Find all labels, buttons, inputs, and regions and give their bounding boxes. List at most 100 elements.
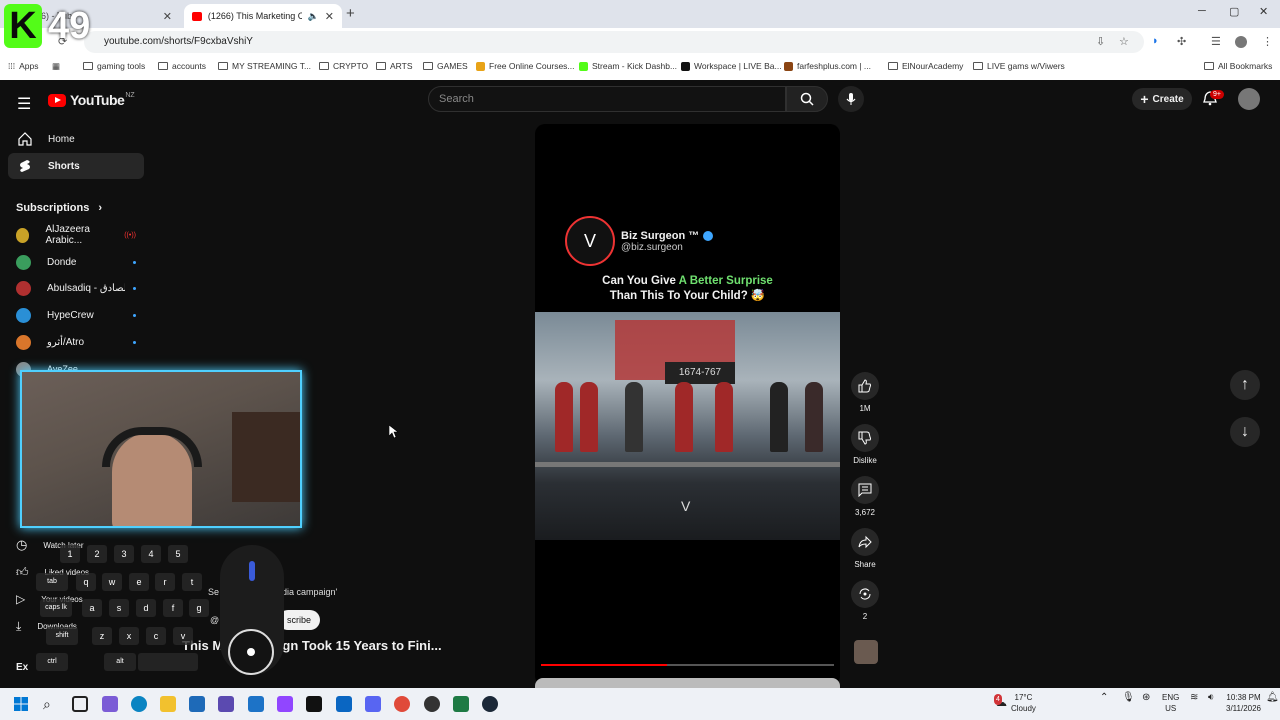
comments-button[interactable]: 3,672: [848, 476, 882, 517]
search-icon[interactable]: ⌕: [43, 696, 59, 712]
minimize-icon[interactable]: ─: [1198, 5, 1206, 17]
channel-avatar: [16, 307, 31, 323]
all-bookmarks[interactable]: All Bookmarks: [1204, 61, 1272, 71]
notifications-icon[interactable]: 🔔︎: [1266, 692, 1279, 703]
bookmark-link[interactable]: Stream - Kick Dashb...: [579, 61, 677, 71]
clock[interactable]: 10:38 PM 3/11/2026: [1226, 692, 1261, 714]
key-z: z: [92, 627, 112, 645]
search-button[interactable]: [786, 86, 828, 112]
twitch-icon[interactable]: [277, 696, 293, 712]
language-indicator[interactable]: ENG US: [1162, 692, 1179, 714]
close-window-icon[interactable]: ✕: [1259, 5, 1268, 18]
chevron-up-icon[interactable]: ⌃: [1100, 692, 1108, 703]
extension-icon[interactable]: ◗: [1152, 35, 1159, 47]
key-w: w: [102, 573, 122, 591]
tab-active[interactable]: (1266) This Marketing Camp 🔈 ✕: [184, 4, 342, 28]
like-icon: [858, 379, 871, 393]
close-tab-icon[interactable]: ✕: [325, 10, 334, 23]
like-button[interactable]: 1M: [848, 372, 882, 413]
subscription-item[interactable]: AlJazeera Arabic... ((•)): [16, 224, 136, 246]
weather-widget[interactable]: ☁4 17°CCloudy: [994, 692, 1036, 714]
volume-icon[interactable]: 🔉︎: [1208, 692, 1214, 703]
previous-short-button[interactable]: ↑: [1230, 370, 1260, 400]
dislike-button[interactable]: Dislike: [848, 424, 882, 465]
sidebar-item-shorts[interactable]: Shorts: [8, 153, 144, 179]
click-ring: [228, 629, 274, 675]
menu-kebab-icon[interactable]: ⋮: [1262, 35, 1273, 48]
folder-icon: [83, 62, 93, 70]
share-button[interactable]: Share: [848, 528, 882, 569]
subscribe-button[interactable]: scribe: [278, 610, 320, 630]
remix-button[interactable]: 2: [848, 580, 882, 621]
crew-member: [675, 382, 693, 452]
create-button[interactable]: + Create: [1132, 88, 1192, 110]
tab-search-icon[interactable]: ☰: [1211, 35, 1221, 48]
biz-surgeon-logo-icon: V: [565, 216, 615, 266]
video-progress-bar[interactable]: [541, 664, 834, 666]
file-explorer-icon[interactable]: [160, 696, 176, 712]
install-icon[interactable]: ⇩: [1096, 35, 1105, 48]
subscriptions-heading[interactable]: Subscriptions ›: [16, 202, 102, 214]
x-icon[interactable]: [306, 696, 322, 712]
teams-icon[interactable]: [218, 696, 234, 712]
windows-start-icon[interactable]: [13, 696, 29, 712]
network-icon[interactable]: ⊛: [1142, 692, 1150, 703]
bookmark-folder[interactable]: ARTS: [376, 61, 413, 71]
microphone-icon[interactable]: 🎙︎: [1122, 692, 1135, 703]
address-bar[interactable]: youtube.com/shorts/F9cxbaVshiY: [84, 31, 1144, 53]
channel-avatar: [16, 334, 31, 350]
discord-icon[interactable]: [365, 696, 381, 712]
crew-member: [805, 382, 823, 452]
edge-icon[interactable]: [131, 696, 147, 712]
bookmark-folder[interactable]: LIVE gams w/Viwers: [973, 61, 1065, 71]
plus-icon: +: [1140, 91, 1149, 107]
obs-icon[interactable]: [424, 696, 440, 712]
bookmark-folder[interactable]: CRYPTO: [319, 61, 368, 71]
subscription-item[interactable]: HypeCrew: [16, 306, 136, 324]
wifi-icon[interactable]: ≋: [1190, 692, 1198, 703]
steam-icon[interactable]: [482, 696, 498, 712]
copilot-icon[interactable]: [102, 696, 118, 712]
channel-thumbnail[interactable]: [854, 640, 878, 664]
chrome-icon[interactable]: [394, 696, 410, 712]
subscription-item[interactable]: أثرو/Atro: [16, 333, 136, 351]
sidebar-item-label: Home: [48, 133, 75, 145]
subscription-item[interactable]: Abulsadiq - الصادق: [16, 279, 136, 297]
shorts-video-player[interactable]: V Biz Surgeon ™ @biz.surgeon Can You Giv…: [535, 124, 840, 686]
audio-icon[interactable]: 🔈: [308, 11, 319, 22]
sidebar-item-home[interactable]: Home: [8, 126, 144, 152]
linkedin-icon[interactable]: [336, 696, 352, 712]
voice-search-button[interactable]: [838, 86, 864, 112]
bookmark-link[interactable]: Workspace | LIVE Ba...: [681, 61, 782, 71]
webcam-overlay: [20, 370, 302, 528]
close-tab-icon[interactable]: ✕: [163, 10, 172, 23]
profile-avatar[interactable]: [1235, 36, 1247, 48]
bookmark-folder[interactable]: ElNourAcademy: [888, 61, 963, 71]
folder-icon: [973, 62, 983, 70]
bookmark-folder[interactable]: gaming tools: [83, 61, 145, 71]
store-icon[interactable]: [189, 696, 205, 712]
bookmark-star-icon[interactable]: ☆: [1119, 35, 1129, 48]
extensions-puzzle-icon[interactable]: ✣: [1177, 35, 1186, 48]
channel-avatar: [16, 254, 31, 270]
account-avatar[interactable]: [1238, 88, 1260, 110]
bookmark-folder[interactable]: MY STREAMING T...: [218, 61, 311, 71]
departure-board: 1674-767: [665, 362, 735, 384]
next-short-button[interactable]: ↓: [1230, 417, 1260, 447]
bookmark-link[interactable]: farfeshplus.com | ...: [784, 61, 871, 71]
task-view-icon[interactable]: [72, 696, 88, 712]
bookmark-apps[interactable]: ⁞⁞⁞ Apps: [8, 61, 38, 71]
crew-member: [580, 382, 598, 452]
search-input[interactable]: Search: [428, 86, 786, 112]
subscription-item[interactable]: Donde: [16, 253, 136, 271]
bookmark-folder[interactable]: GAMES: [423, 61, 468, 71]
maximize-icon[interactable]: ▢: [1229, 5, 1239, 18]
bookmark-folder[interactable]: accounts: [158, 61, 206, 71]
excel-icon[interactable]: [453, 696, 469, 712]
bookmark-link[interactable]: Free Online Courses...: [476, 61, 575, 71]
weather-icon: ☁4: [994, 693, 1007, 709]
key-alt: alt: [104, 653, 136, 671]
outlook-icon[interactable]: [248, 696, 264, 712]
new-tab-icon[interactable]: +: [346, 5, 355, 22]
bookmark-grid[interactable]: ▦: [52, 61, 60, 72]
